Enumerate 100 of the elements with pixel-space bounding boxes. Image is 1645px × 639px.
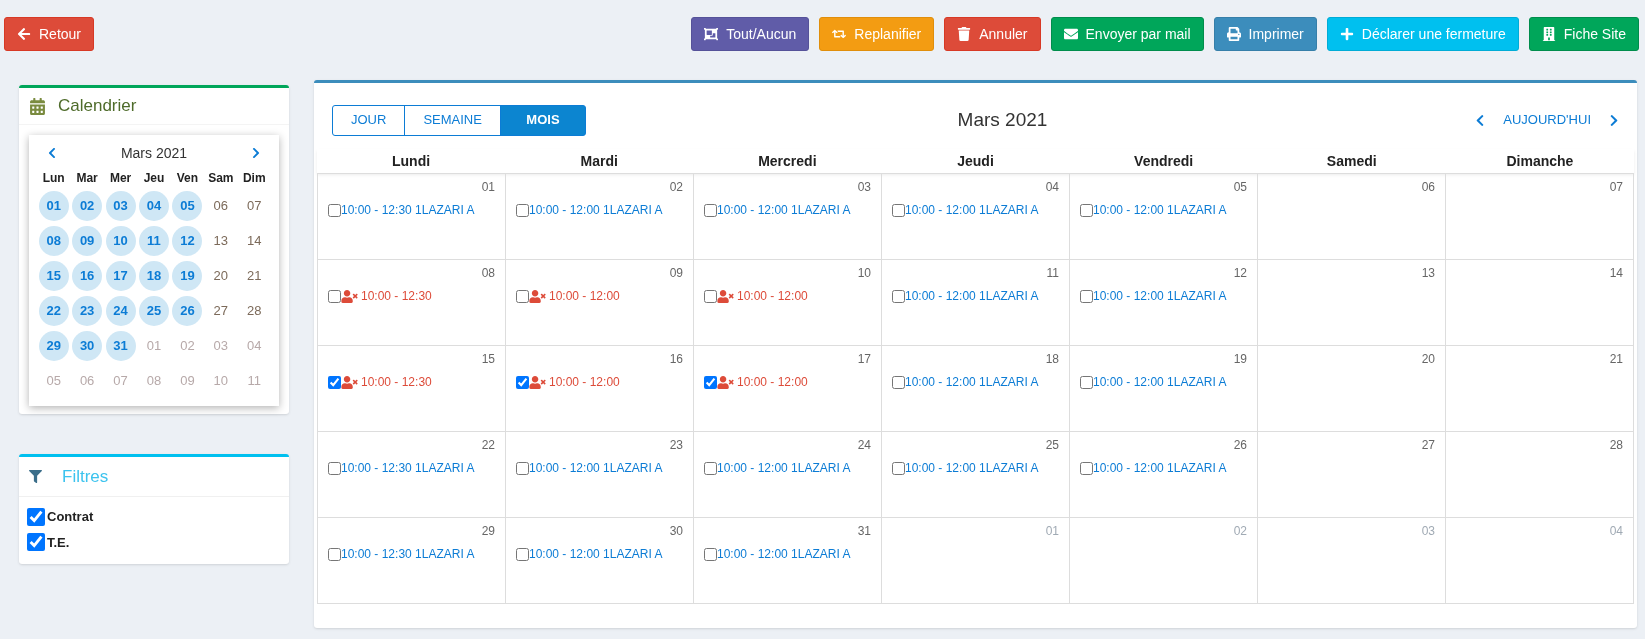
previous-icon[interactable]	[47, 147, 57, 159]
day-number[interactable]: 06	[205, 191, 236, 221]
checkbox[interactable]	[1080, 203, 1093, 217]
day-number[interactable]: 26	[172, 296, 203, 326]
event-text[interactable]: 10:00 - 12:00 1LAZARI A	[529, 459, 663, 477]
event-text[interactable]: 10:00 - 12:00 1LAZARI A	[529, 545, 663, 563]
day-number[interactable]: 18	[139, 261, 169, 291]
view-tab[interactable]: SEMAINE	[404, 104, 501, 136]
checkbox[interactable]	[892, 461, 905, 475]
day-number[interactable]: 30	[72, 331, 103, 361]
checkbox[interactable]	[328, 375, 341, 389]
event-text[interactable]: 10:00 - 12:00 1LAZARI A	[1093, 201, 1227, 219]
day-number[interactable]: 10	[205, 366, 236, 396]
checkbox[interactable]	[1080, 289, 1093, 303]
next-icon[interactable]	[1609, 113, 1619, 127]
day-number[interactable]: 07	[105, 366, 136, 396]
day-number[interactable]: 27	[205, 296, 236, 326]
day-number[interactable]: 02	[172, 331, 203, 361]
event-text[interactable]: 10:00 - 12:00	[549, 287, 620, 305]
action-button[interactable]: Retour	[4, 17, 95, 51]
day-number[interactable]: 14	[239, 226, 270, 256]
today-button[interactable]: AUJOURD'HUI	[1503, 110, 1591, 130]
action-button[interactable]: Envoyer par mail	[1050, 17, 1204, 51]
event-text[interactable]: 10:00 - 12:00 1LAZARI A	[905, 287, 1039, 305]
day-number[interactable]: 15	[38, 261, 69, 291]
day-number[interactable]: 07	[239, 191, 270, 221]
checkbox[interactable]	[328, 461, 341, 475]
action-button[interactable]: Tout/Aucun	[691, 17, 810, 51]
day-number[interactable]: 12	[172, 226, 203, 256]
day-number[interactable]: 11	[239, 366, 270, 396]
day-number[interactable]: 02	[72, 191, 103, 221]
checkbox[interactable]	[892, 375, 905, 389]
event-text[interactable]: 10:00 - 12:00 1LAZARI A	[905, 459, 1039, 477]
day-number[interactable]: 19	[172, 261, 203, 291]
checkbox[interactable]	[1080, 375, 1093, 389]
day-number[interactable]: 31	[105, 331, 136, 361]
action-button[interactable]: Imprimer	[1213, 17, 1317, 51]
event-text[interactable]: 10:00 - 12:00	[737, 287, 808, 305]
checkbox[interactable]	[328, 289, 341, 303]
action-button[interactable]: Replanifier	[819, 17, 935, 51]
checkbox[interactable]	[27, 533, 45, 552]
day-number[interactable]: 22	[38, 296, 69, 326]
checkbox[interactable]	[704, 375, 717, 389]
day-number[interactable]: 13	[205, 226, 236, 256]
day-number[interactable]: 29	[38, 331, 69, 361]
day-number[interactable]: 11	[139, 226, 169, 256]
day-number[interactable]: 25	[139, 296, 169, 326]
day-number[interactable]: 24	[105, 296, 136, 326]
event-text[interactable]: 10:00 - 12:30 1LAZARI A	[341, 201, 475, 219]
checkbox[interactable]	[892, 289, 905, 303]
event-text[interactable]: 10:00 - 12:30	[361, 287, 432, 305]
day-number[interactable]: 06	[72, 366, 103, 396]
day-number[interactable]: 09	[72, 226, 103, 256]
day-number[interactable]: 04	[139, 191, 169, 221]
event-text[interactable]: 10:00 - 12:00 1LAZARI A	[905, 201, 1039, 219]
next-icon[interactable]	[251, 147, 261, 159]
day-number[interactable]: 17	[105, 261, 136, 291]
checkbox[interactable]	[704, 289, 717, 303]
view-tab[interactable]: JOUR	[332, 104, 406, 136]
day-number[interactable]: 09	[172, 366, 203, 396]
action-button[interactable]: Déclarer une fermeture	[1326, 17, 1519, 51]
day-number[interactable]: 01	[139, 331, 169, 361]
event-text[interactable]: 10:00 - 12:00 1LAZARI A	[717, 545, 851, 563]
previous-icon[interactable]	[1475, 113, 1486, 127]
day-number[interactable]: 01	[38, 191, 69, 221]
day-number[interactable]: 28	[239, 296, 270, 326]
event-text[interactable]: 10:00 - 12:00 1LAZARI A	[1093, 459, 1227, 477]
event-text[interactable]: 10:00 - 12:00	[737, 373, 808, 391]
view-tab[interactable]: MOIS	[499, 104, 586, 136]
day-number[interactable]: 20	[205, 261, 236, 291]
event-text[interactable]: 10:00 - 12:00 1LAZARI A	[717, 201, 851, 219]
action-button[interactable]: Annuler	[944, 17, 1041, 51]
event-text[interactable]: 10:00 - 12:30 1LAZARI A	[341, 459, 475, 477]
checkbox[interactable]	[328, 203, 341, 217]
day-number[interactable]: 08	[38, 226, 69, 256]
checkbox[interactable]	[704, 203, 717, 217]
event-text[interactable]: 10:00 - 12:00 1LAZARI A	[529, 201, 663, 219]
event-text[interactable]: 10:00 - 12:00 1LAZARI A	[905, 373, 1039, 391]
event-text[interactable]: 10:00 - 12:00 1LAZARI A	[1093, 287, 1227, 305]
day-number[interactable]: 05	[172, 191, 203, 221]
day-number[interactable]: 05	[38, 366, 69, 396]
event-text[interactable]: 10:00 - 12:00 1LAZARI A	[1093, 373, 1227, 391]
day-number[interactable]: 10	[105, 226, 136, 256]
action-button[interactable]: Fiche Site	[1528, 17, 1639, 51]
day-number[interactable]: 03	[205, 331, 236, 361]
event-text[interactable]: 10:00 - 12:00 1LAZARI A	[717, 459, 851, 477]
checkbox[interactable]	[704, 547, 717, 561]
checkbox[interactable]	[1080, 461, 1093, 475]
day-number[interactable]: 04	[239, 331, 270, 361]
checkbox[interactable]	[328, 547, 341, 561]
event-text[interactable]: 10:00 - 12:30	[361, 373, 432, 391]
checkbox[interactable]	[892, 203, 905, 217]
day-number[interactable]: 08	[139, 366, 169, 396]
checkbox[interactable]	[516, 289, 529, 303]
checkbox[interactable]	[516, 203, 529, 217]
checkbox[interactable]	[516, 461, 529, 475]
day-number[interactable]: 21	[239, 261, 270, 291]
checkbox[interactable]	[516, 375, 529, 389]
event-text[interactable]: 10:00 - 12:00	[549, 373, 620, 391]
checkbox[interactable]	[516, 547, 529, 561]
